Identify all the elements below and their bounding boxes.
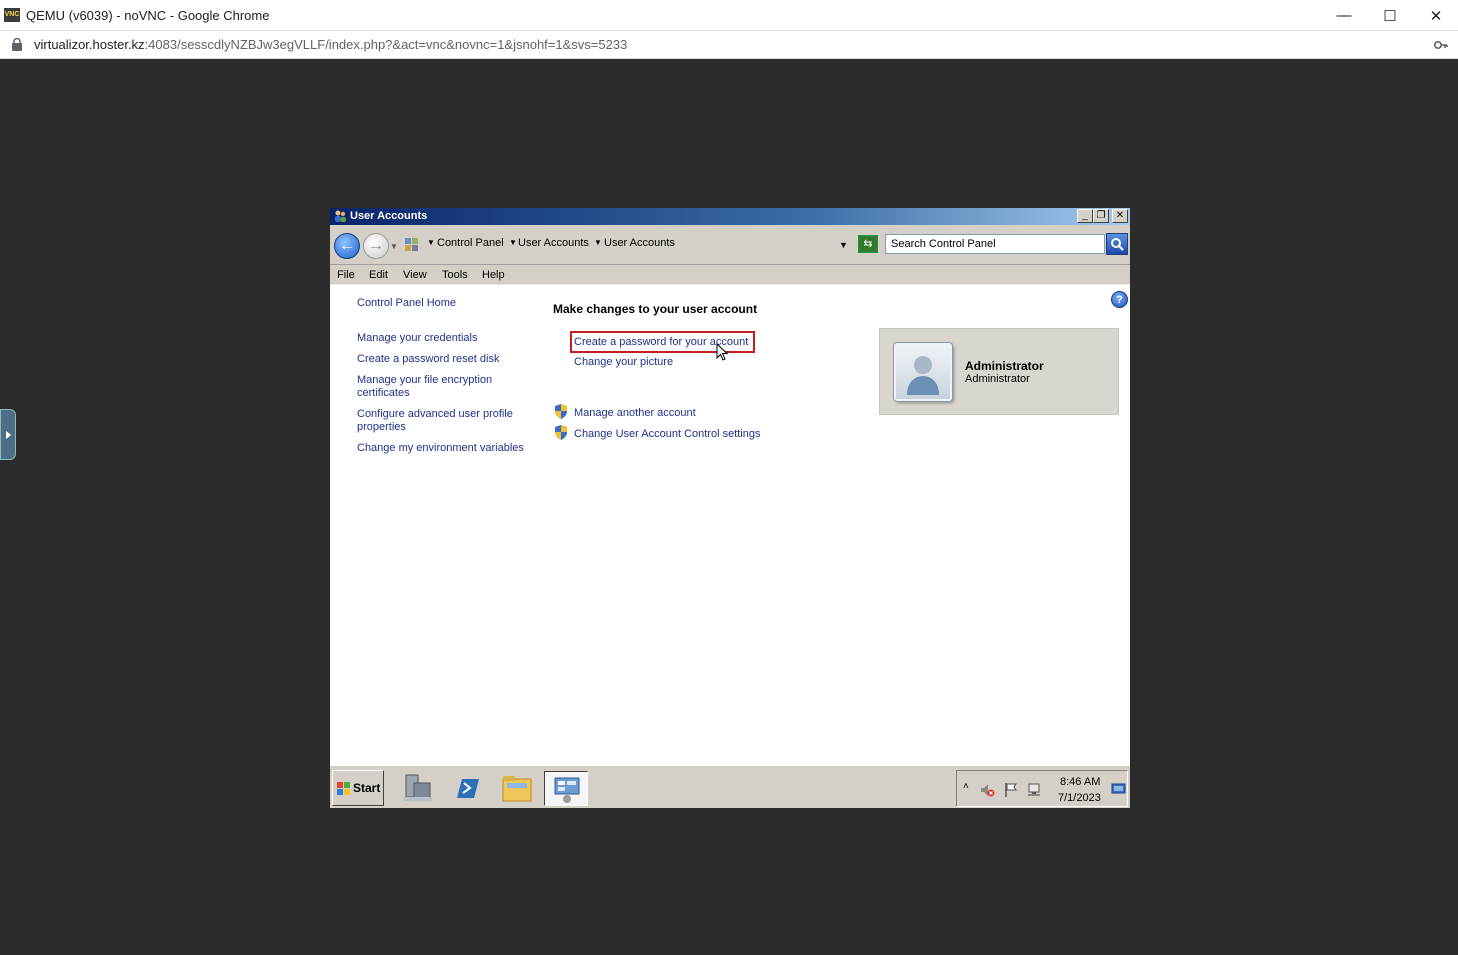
refresh-icon[interactable]: ⇆	[858, 235, 878, 253]
browser-titlebar: VNC QEMU (v6039) - noVNC - Google Chrome…	[0, 0, 1458, 31]
sidebar-item-user-profile-properties[interactable]: Configure advanced user profile properti…	[357, 408, 522, 434]
windows-logo-icon	[337, 782, 350, 795]
novnc-control-bar-handle[interactable]	[0, 409, 16, 460]
recent-pages-chevron-down-icon[interactable]: ▼	[390, 242, 398, 251]
user-accounts-taskbar-button[interactable]	[544, 771, 588, 806]
vnc-favicon-icon: VNC	[4, 8, 20, 22]
menu-tools[interactable]: Tools	[442, 269, 468, 281]
breadcrumb-user-accounts-current[interactable]: User Accounts	[604, 237, 675, 249]
back-button[interactable]: ←	[334, 233, 360, 259]
user-picture-icon	[907, 356, 939, 395]
uac-shield-icon	[555, 425, 567, 440]
show-desktop-icon[interactable]	[1111, 781, 1126, 796]
window-restore-button[interactable]: ❐	[1093, 209, 1109, 223]
account-panel: Administrator Administrator	[879, 328, 1119, 415]
sidebar-item-manage-credentials[interactable]: Manage your credentials	[357, 332, 527, 345]
clock-date[interactable]: 7/1/2023	[1058, 792, 1101, 804]
window-title: User Accounts	[350, 210, 428, 222]
search-input[interactable]: Search Control Panel	[885, 234, 1105, 254]
powershell-icon[interactable]	[445, 771, 489, 806]
change-picture-link[interactable]: Change your picture	[574, 356, 673, 368]
vm-screen: User Accounts _ ❐ ✕ ← → ▼ ▼ Control Pane…	[330, 208, 1130, 808]
menu-view[interactable]: View	[403, 269, 427, 281]
url-text[interactable]: virtualizor.hoster.kz:4083/sesscdlyNZBJw…	[34, 37, 627, 52]
breadcrumb[interactable]: ▼ Control Panel ▼ User Accounts ▼ User A…	[402, 233, 852, 255]
breadcrumb-user-accounts[interactable]: User Accounts	[518, 237, 589, 249]
sidebar-item-environment-variables[interactable]: Change my environment variables	[357, 442, 527, 455]
sidebar-item-control-panel-home[interactable]: Control Panel Home	[357, 297, 527, 310]
start-button[interactable]: Start	[332, 770, 384, 806]
mouse-cursor-icon	[716, 343, 728, 361]
clock-time[interactable]: 8:46 AM	[1060, 776, 1100, 788]
explorer-folder-icon[interactable]	[495, 771, 539, 806]
explorer-navigation-bar: ← → ▼ ▼ Control Panel ▼ User Accounts ▼ …	[330, 225, 1130, 265]
browser-minimize-button[interactable]: —	[1321, 0, 1367, 31]
user-accounts-icon	[335, 210, 346, 222]
menu-bar: File Edit View Tools Help	[330, 265, 1130, 285]
taskbar: Start ˄ 8:46 AM 7/1/2023	[330, 765, 1130, 808]
menu-help[interactable]: Help	[482, 269, 505, 281]
system-tray: ˄ 8:46 AM 7/1/2023	[956, 770, 1128, 807]
uac-shield-icon	[555, 404, 567, 419]
control-panel-glyph	[554, 777, 580, 803]
start-label: Start	[353, 781, 381, 795]
breadcrumb-control-panel[interactable]: Control Panel	[437, 237, 504, 249]
volume-muted-icon[interactable]	[979, 782, 995, 798]
url-path: :4083/sesscdlyNZBJw3egVLLF/index.php?&ac…	[144, 37, 628, 52]
menu-file[interactable]: File	[337, 269, 355, 281]
window-titlebar[interactable]: User Accounts _ ❐ ✕	[330, 208, 1130, 225]
network-icon[interactable]	[1027, 782, 1043, 798]
folder-glyph	[502, 776, 532, 802]
browser-maximize-button[interactable]: ☐	[1367, 0, 1413, 31]
lock-icon[interactable]	[12, 38, 22, 51]
url-host: virtualizor.hoster.kz	[34, 37, 145, 52]
search-icon	[1111, 238, 1124, 251]
powershell-glyph	[457, 779, 479, 798]
avatar[interactable]	[894, 343, 952, 401]
sidebar-item-file-encryption[interactable]: Manage your file encryption certificates	[357, 374, 507, 400]
browser-address-bar[interactable]: virtualizor.hoster.kz:4083/sesscdlyNZBJw…	[0, 31, 1458, 59]
address-dropdown-chevron-down-icon[interactable]: ▼	[839, 240, 848, 250]
window-minimize-button[interactable]: _	[1077, 209, 1093, 223]
browser-close-button[interactable]: ✕	[1413, 0, 1458, 31]
content-area: Control Panel Home Manage your credentia…	[330, 285, 1130, 765]
action-center-flag-icon[interactable]	[1003, 782, 1019, 798]
uac-settings-link[interactable]: Change User Account Control settings	[574, 428, 761, 440]
key-icon[interactable]	[1434, 39, 1448, 51]
breadcrumb-chevron-icon[interactable]: ▼	[509, 238, 517, 247]
server-manager-icon[interactable]	[396, 771, 440, 806]
help-icon[interactable]: ?	[1111, 291, 1128, 308]
show-hidden-icons-chevron-up-icon[interactable]: ˄	[963, 781, 969, 792]
menu-edit[interactable]: Edit	[369, 269, 388, 281]
server-manager-glyph	[404, 774, 432, 801]
breadcrumb-chevron-icon[interactable]: ▼	[594, 238, 602, 247]
page-title: Make changes to your user account	[553, 302, 758, 316]
manage-another-account-link[interactable]: Manage another account	[574, 407, 696, 419]
window-close-button[interactable]: ✕	[1112, 209, 1128, 223]
account-type: Administrator	[965, 373, 1030, 385]
breadcrumb-chevron-icon[interactable]: ▼	[427, 238, 435, 247]
control-panel-icon	[405, 238, 418, 251]
sidebar-item-password-reset-disk[interactable]: Create a password reset disk	[357, 353, 527, 366]
search-button[interactable]	[1106, 233, 1128, 255]
account-name: Administrator	[965, 359, 1044, 373]
forward-button[interactable]: →	[363, 233, 389, 259]
browser-window-title: QEMU (v6039) - noVNC - Google Chrome	[26, 8, 270, 23]
